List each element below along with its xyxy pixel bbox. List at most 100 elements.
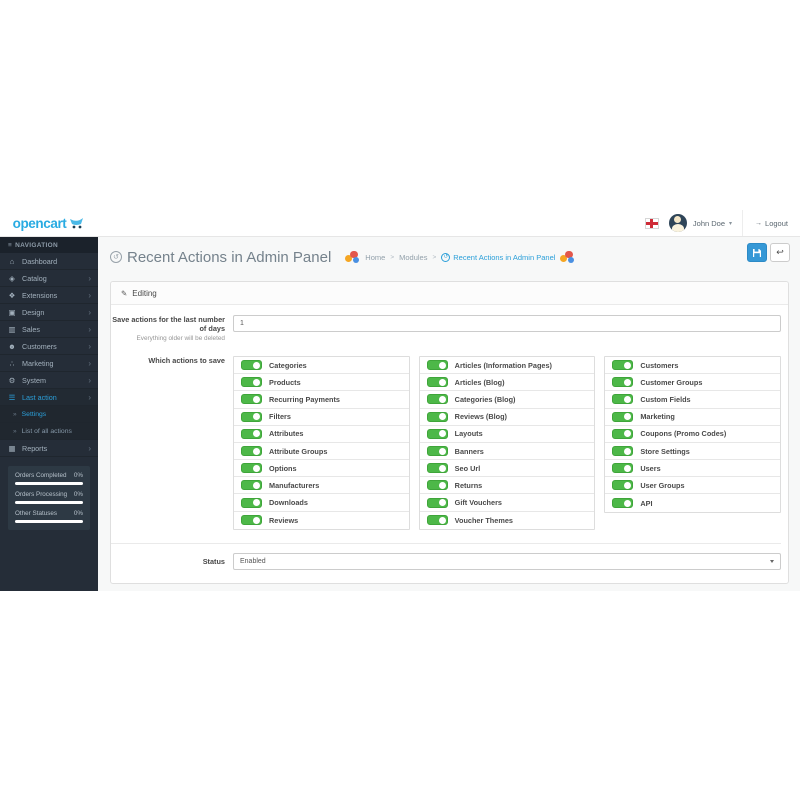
double-chevron-icon: »: [13, 427, 17, 435]
toggle-on[interactable]: [426, 463, 448, 474]
toggle-on[interactable]: [241, 480, 262, 491]
toggle-on[interactable]: [241, 428, 262, 439]
logout-button[interactable]: → Logout: [743, 219, 800, 228]
user-menu[interactable]: John Doe: [693, 219, 725, 228]
recent-actions-icon: ↺: [441, 252, 451, 262]
toggle-label: Customers: [640, 360, 679, 370]
toggle-on[interactable]: [426, 497, 448, 508]
breadcrumb-current[interactable]: ↺ Recent Actions in Admin Panel: [441, 252, 555, 262]
opencart-logo[interactable]: opencart: [0, 216, 98, 231]
sidebar-item-reports[interactable]: ▦ Reports ›: [0, 440, 98, 457]
cart-icon: [70, 218, 84, 229]
save-button[interactable]: [747, 243, 767, 262]
avatar[interactable]: [668, 214, 687, 232]
tags-icon: ◈: [9, 273, 15, 283]
toggle-on[interactable]: [612, 480, 634, 491]
toggle-on[interactable]: [241, 497, 262, 508]
toggle-on[interactable]: [612, 360, 634, 371]
toggle-on[interactable]: [426, 394, 448, 405]
toggle-row: Categories: [234, 357, 409, 375]
toggle-column-2: Articles (Information Pages) Articles (B…: [418, 355, 596, 530]
toggle-row: Recurring Payments: [234, 391, 409, 409]
toggle-label: Manufacturers: [269, 480, 320, 490]
days-help-text: Everything older will be deleted: [136, 334, 225, 342]
sidebar-item-settings[interactable]: » Settings: [0, 406, 98, 423]
toggle-on[interactable]: [612, 428, 634, 439]
toggle-on[interactable]: [426, 428, 448, 439]
sidebar-item-label: Settings: [21, 410, 47, 418]
toggle-row: Attribute Groups: [234, 443, 409, 461]
toggle-row: Downloads: [234, 494, 409, 512]
panel-heading-label: Editing: [132, 288, 157, 298]
toggle-on[interactable]: [612, 446, 634, 456]
toggle-label: Filters: [269, 412, 291, 422]
toggle-on[interactable]: [241, 446, 262, 456]
toggle-row: Reviews (Blog): [419, 409, 595, 426]
toggle-on[interactable]: [612, 498, 634, 509]
module-logo-icon: [345, 250, 360, 264]
status-select[interactable]: Enabled: [233, 552, 781, 570]
floppy-disk-icon: [753, 248, 761, 257]
days-input[interactable]: [233, 315, 781, 332]
breadcrumb-separator: >: [432, 253, 437, 261]
toggle-on[interactable]: [612, 394, 634, 405]
toggle-on[interactable]: [241, 377, 262, 388]
breadcrumb-modules[interactable]: Modules: [399, 253, 427, 262]
sidebar-item-label: Extensions: [22, 290, 58, 300]
sidebar-item-design[interactable]: ▣ Design ›: [0, 304, 98, 321]
toggle-label: Store Settings: [640, 446, 690, 456]
sidebar-item-system[interactable]: ⚙ System ›: [0, 372, 98, 389]
burger-icon: ≡: [8, 241, 13, 249]
progress-bar: [15, 482, 83, 485]
caret-down-icon: ▾: [729, 220, 733, 227]
stat-other-statuses: Other Statuses 0%: [15, 510, 83, 517]
toggle-on[interactable]: [612, 411, 634, 422]
sidebar-item-catalog[interactable]: ◈ Catalog ›: [0, 270, 98, 287]
toggle-on[interactable]: [241, 394, 262, 405]
sidebar: ≡ NAVIGATION ⌂ Dashboard ◈ Catalog › ❖ E…: [0, 237, 98, 591]
actions-form-row: Which actions to save Categories Product…: [111, 355, 782, 530]
share-icon: ∴: [9, 358, 15, 368]
back-button[interactable]: ↩: [770, 243, 790, 262]
chevron-right-icon: ›: [88, 375, 91, 385]
toggle-label: Gift Vouchers: [454, 498, 502, 508]
toggle-row: Customers: [605, 357, 781, 375]
toggle-on[interactable]: [241, 515, 262, 526]
sidebar-item-dashboard[interactable]: ⌂ Dashboard: [0, 253, 98, 270]
toggle-on[interactable]: [426, 480, 448, 491]
toggle-label: Returns: [454, 480, 483, 490]
toggle-on[interactable]: [612, 463, 634, 474]
toggle-on[interactable]: [612, 377, 634, 388]
sidebar-item-customers[interactable]: ☻ Customers ›: [0, 338, 98, 355]
toggle-row: Voucher Themes: [420, 512, 595, 529]
toggle-on[interactable]: [426, 360, 448, 371]
toggle-on[interactable]: [241, 360, 262, 371]
sidebar-item-label: Reports: [22, 443, 48, 453]
toggle-row: API: [605, 494, 780, 511]
language-flag-icon[interactable]: [644, 217, 659, 229]
sidebar-item-list-of-all-actions[interactable]: » List of all actions: [0, 423, 98, 440]
stat-orders-completed: Orders Completed 0%: [15, 472, 83, 479]
sidebar-item-extensions[interactable]: ❖ Extensions ›: [0, 287, 98, 304]
page-header: ↺ Recent Actions in Admin Panel Home > M…: [98, 237, 800, 277]
toggle-on[interactable]: [426, 446, 448, 456]
days-label: Save actions for the last number of days: [112, 315, 225, 334]
breadcrumb-home[interactable]: Home: [365, 253, 385, 262]
toggle-on[interactable]: [426, 515, 448, 526]
sidebar-item-sales[interactable]: ▥ Sales ›: [0, 321, 98, 338]
toggle-label: Attribute Groups: [269, 446, 328, 456]
toggle-on[interactable]: [426, 411, 448, 422]
toggle-label: Attributes: [269, 429, 304, 439]
toggle-on[interactable]: [426, 377, 448, 388]
toggle-label: Categories: [269, 360, 307, 370]
stat-value: 0%: [73, 472, 83, 479]
status-selected-value: Enabled: [240, 557, 266, 565]
toggle-row: Filters: [234, 409, 409, 426]
chevron-right-icon: ›: [88, 290, 91, 300]
chevron-right-icon: ›: [88, 273, 91, 283]
sidebar-item-marketing[interactable]: ∴ Marketing ›: [0, 355, 98, 372]
sidebar-item-last-action[interactable]: ☰ Last action ›: [0, 389, 98, 406]
toggle-label: Banners: [454, 446, 484, 456]
toggle-on[interactable]: [241, 463, 262, 474]
toggle-on[interactable]: [241, 411, 262, 422]
